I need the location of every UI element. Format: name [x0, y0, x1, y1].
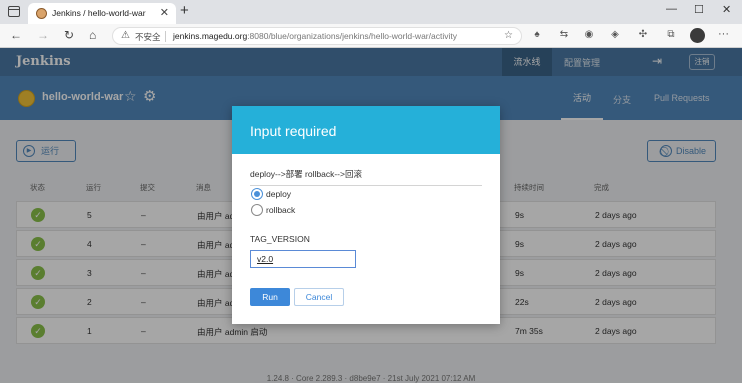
translate-icon[interactable]: ⇆ [557, 28, 571, 42]
cancel-button[interactable]: Cancel [294, 288, 344, 306]
dialog-title: Input required [250, 123, 337, 139]
window-close-button[interactable]: ✕ [722, 3, 731, 16]
radio-rollback[interactable] [251, 204, 263, 216]
url-field[interactable]: ⚠ 不安全 jenkins.magedu.org:8080/blue/organ… [112, 27, 522, 45]
tag-version-input[interactable] [250, 250, 356, 268]
insecure-label: 不安全 [135, 32, 161, 42]
tab-title: Jenkins / hello-world-war [52, 8, 146, 18]
url-separator [165, 31, 166, 42]
browser-tab-active[interactable]: Jenkins / hello-world-war ✕ [28, 3, 176, 24]
dialog-header: Input required [232, 106, 500, 154]
input-required-dialog: Input required deploy-->部署 rollback-->回滚… [232, 106, 500, 324]
extension-2-icon[interactable]: ◉ [582, 28, 596, 42]
browser-address-bar: ← → ↻ ⌂ ⚠ 不安全 jenkins.magedu.org:8080/bl… [0, 24, 742, 48]
jenkins-favicon-icon [36, 8, 47, 19]
profile-avatar[interactable] [690, 28, 705, 43]
more-menu-icon[interactable]: ··· [718, 28, 729, 40]
tag-version-label: TAG_VERSION [250, 234, 310, 244]
radio-rollback-label[interactable]: rollback [266, 205, 295, 215]
tab-actions-icon[interactable] [8, 6, 20, 17]
warning-icon: ⚠ [121, 30, 130, 41]
extension-3-icon[interactable]: ◈ [608, 28, 622, 42]
radio-deploy-label[interactable]: deploy [266, 189, 291, 199]
window-minimize-button[interactable]: — [666, 3, 677, 15]
reader-mode-icon[interactable]: ☆ [504, 30, 513, 41]
collections-icon[interactable]: ⧉ [664, 28, 678, 42]
reload-icon[interactable]: ↻ [64, 28, 74, 42]
extensions-puzzle-icon[interactable]: ✣ [636, 28, 650, 42]
back-arrow-icon[interactable]: ← [10, 28, 22, 42]
url-text: jenkins.magedu.org:8080/blue/organizatio… [173, 31, 457, 41]
run-confirm-button[interactable]: Run [250, 288, 290, 306]
home-icon[interactable]: ⌂ [89, 28, 96, 42]
window-maximize-button[interactable]: ☐ [694, 3, 704, 16]
forward-arrow-icon[interactable]: → [37, 28, 49, 42]
dialog-message: deploy-->部署 rollback-->回滚 [250, 168, 482, 186]
radio-deploy[interactable] [251, 188, 263, 200]
new-tab-button[interactable]: + [180, 2, 189, 19]
tab-close-icon[interactable]: ✕ [160, 6, 169, 19]
extension-1-icon[interactable]: ♠ [530, 28, 544, 42]
browser-tab-bar: Jenkins / hello-world-war ✕ + — ☐ ✕ [0, 0, 742, 24]
